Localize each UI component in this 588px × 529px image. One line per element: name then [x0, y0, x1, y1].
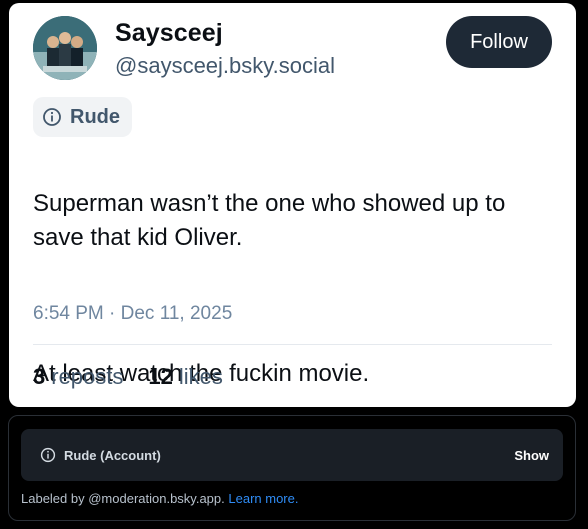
learn-more-link[interactable]: Learn more. — [228, 491, 298, 506]
content-label-chip[interactable]: Rude — [33, 97, 132, 137]
moderation-panel: Rude (Account) Show Labeled by @moderati… — [8, 415, 576, 521]
avatar-image — [33, 16, 97, 80]
avatar[interactable] — [33, 16, 97, 80]
post-stats: 3 reposts 12 likes — [33, 364, 223, 390]
moderation-row[interactable]: Rude (Account) Show — [21, 429, 563, 481]
reposts-stat[interactable]: 3 reposts — [33, 364, 123, 390]
divider — [33, 344, 552, 345]
post-card: Saysceej @saysceej.bsky.social Follow Ru… — [9, 3, 576, 407]
labeled-by-label: Labeled by @moderation.bsky.app. — [21, 491, 225, 506]
display-name[interactable]: Saysceej — [115, 19, 223, 48]
reposts-count: 3 — [33, 364, 46, 389]
post-text-line-1: Superman wasn’t the one who showed up to… — [33, 190, 506, 251]
show-button[interactable]: Show — [514, 429, 549, 481]
content-label-text: Rude — [70, 105, 120, 128]
likes-count: 12 — [148, 364, 173, 389]
info-icon — [43, 108, 61, 126]
info-icon — [40, 447, 56, 463]
author-handle[interactable]: @saysceej.bsky.social — [115, 53, 335, 79]
moderation-label: Rude (Account) — [64, 447, 161, 463]
likes-label: likes — [178, 364, 223, 389]
follow-button[interactable]: Follow — [446, 16, 552, 68]
post-timestamp[interactable]: 6:54 PM · Dec 11, 2025 — [33, 303, 232, 325]
reposts-label: reposts — [51, 364, 124, 389]
likes-stat[interactable]: 12 likes — [148, 364, 223, 390]
labeled-by-text: Labeled by @moderation.bsky.app. Learn m… — [21, 491, 298, 506]
moderation-label-group: Rude (Account) — [40, 429, 161, 481]
